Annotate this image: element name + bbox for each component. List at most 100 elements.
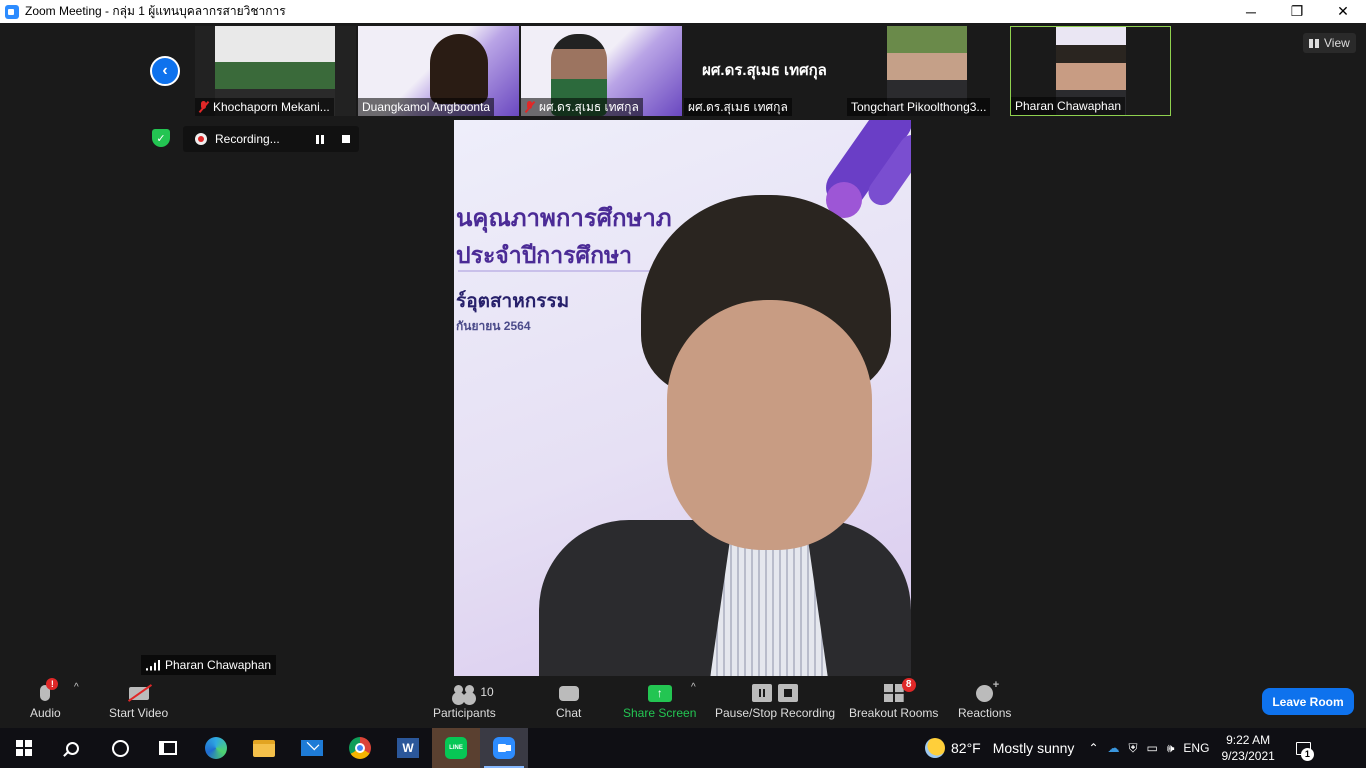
meeting-area: ‹ Khochaporn Mekani... Duangkamol Angboo… bbox=[0, 23, 1366, 676]
participant-tile[interactable]: ผศ.ดร.สุเมธ เทศกุล ผศ.ดร.สุเมธ เทศกุล bbox=[684, 26, 845, 116]
participant-name: Khochaporn Mekani... bbox=[195, 98, 334, 116]
recording-label: Recording... bbox=[215, 132, 280, 146]
clock-time: 9:22 AM bbox=[1226, 733, 1271, 747]
participants-button[interactable]: 10 Participants bbox=[433, 680, 496, 720]
taskbar-chrome[interactable] bbox=[336, 728, 384, 768]
main-speaker-video: นคุณภาพการศึกษาภ ประจำปีการศึกษา ร์อุตสา… bbox=[454, 120, 911, 676]
chat-button[interactable]: Chat bbox=[556, 680, 581, 720]
task-view-icon bbox=[159, 741, 177, 755]
connection-signal-icon bbox=[146, 660, 160, 671]
word-icon: W bbox=[397, 738, 419, 758]
volume-icon[interactable]: 🕪 bbox=[1167, 741, 1175, 756]
windows-taskbar: W LINE 82°F Mostly sunny ⌃ ☁ ⛨ ▭ 🕪 ENG 9… bbox=[0, 728, 1366, 768]
start-video-button[interactable]: Start Video bbox=[109, 680, 168, 720]
participant-tile[interactable]: ผศ.ดร.สุเมธ เทศกุล bbox=[521, 26, 682, 116]
notification-count: 1 bbox=[1300, 748, 1314, 761]
reactions-button[interactable]: Reactions bbox=[958, 679, 1011, 721]
participants-icon bbox=[453, 685, 475, 701]
participant-name: Tongchart Pikoolthong3... bbox=[847, 98, 991, 116]
window-title: Zoom Meeting - กลุ่ม 1 ผู้แทนบุคลากรสายว… bbox=[25, 4, 286, 18]
recording-indicator: Recording... bbox=[183, 126, 359, 152]
participant-strip: Khochaporn Mekani... Duangkamol Angboont… bbox=[195, 26, 1171, 116]
slide-title-line: ประจำปีการศึกษา bbox=[456, 242, 633, 268]
pause-recording-button[interactable] bbox=[307, 126, 333, 152]
title-bar: Zoom Meeting - กลุ่ม 1 ผู้แทนบุคลากรสายว… bbox=[0, 0, 1366, 23]
encryption-shield-icon[interactable]: ✓ bbox=[152, 129, 170, 147]
cortana-icon bbox=[111, 739, 129, 757]
chat-bubble-icon bbox=[558, 685, 579, 701]
slide-date-line: กันยายน 2564 bbox=[456, 319, 531, 333]
slide-title-line: นคุณภาพการศึกษาภ bbox=[456, 205, 672, 232]
clock[interactable]: 9:22 AM 9/23/2021 bbox=[1221, 732, 1274, 764]
system-tray: ⌃ ☁ ⛨ ▭ 🕪 ENG bbox=[1088, 741, 1209, 756]
task-view-button[interactable] bbox=[144, 728, 192, 768]
onedrive-icon[interactable]: ☁ bbox=[1108, 741, 1120, 755]
breakout-rooms-button[interactable]: 8 Breakout Rooms bbox=[849, 678, 938, 720]
chrome-icon bbox=[349, 737, 371, 759]
restore-button[interactable]: ❐ bbox=[1274, 0, 1320, 23]
view-button[interactable]: View bbox=[1303, 33, 1356, 53]
audio-options-caret-icon[interactable]: ^ bbox=[74, 682, 79, 693]
taskbar-edge[interactable] bbox=[192, 728, 240, 768]
participant-avatar bbox=[430, 34, 488, 104]
folder-icon bbox=[253, 739, 275, 757]
pause-stop-recording-button[interactable]: Pause/Stop Recording bbox=[715, 680, 835, 720]
search-icon bbox=[65, 741, 79, 755]
participant-name: ผศ.ดร.สุเมธ เทศกุล bbox=[684, 98, 792, 116]
network-icon[interactable]: ▭ bbox=[1147, 741, 1158, 755]
zoom-icon bbox=[493, 737, 515, 759]
participant-tile[interactable]: Duangkamol Angboonta bbox=[358, 26, 519, 116]
partly-sunny-icon bbox=[925, 738, 945, 758]
share-arrow-icon: ↑ bbox=[647, 684, 672, 702]
alert-badge: ! bbox=[46, 678, 59, 690]
participant-tile[interactable]: Khochaporn Mekani... bbox=[195, 26, 356, 116]
previous-page-button[interactable]: ‹ bbox=[150, 56, 180, 86]
muted-mic-icon bbox=[525, 101, 535, 113]
participant-display-name: ผศ.ดร.สุเมธ เทศกุล bbox=[702, 62, 827, 79]
participant-name: Duangkamol Angboonta bbox=[358, 98, 495, 116]
pause-stop-icon bbox=[752, 684, 799, 702]
participant-tile[interactable]: Tongchart Pikoolthong3... bbox=[847, 26, 1008, 116]
close-button[interactable]: ✕ bbox=[1320, 0, 1366, 23]
grid-icon bbox=[1309, 38, 1319, 48]
participant-name: ผศ.ดร.สุเมธ เทศกุล bbox=[521, 98, 643, 116]
taskbar-mail[interactable] bbox=[288, 728, 336, 768]
minimize-button[interactable]: ─ bbox=[1228, 0, 1274, 23]
active-speaker-label: Pharan Chawaphan bbox=[141, 655, 277, 675]
search-button[interactable] bbox=[48, 728, 96, 768]
meeting-toolbar: ! Audio ^ Start Video 10 Participants Ch… bbox=[0, 676, 1366, 728]
stop-recording-button[interactable] bbox=[333, 126, 359, 152]
slide-subtitle-line: ร์อุตสาหกรรม bbox=[456, 291, 570, 312]
cortana-button[interactable] bbox=[96, 728, 144, 768]
edge-icon bbox=[205, 737, 227, 759]
breakout-badge: 8 bbox=[901, 678, 916, 692]
action-center-button[interactable]: 1 bbox=[1289, 728, 1319, 768]
share-screen-button[interactable]: ↑ Share Screen bbox=[623, 680, 696, 720]
weather-widget[interactable]: 82°F Mostly sunny bbox=[925, 738, 1074, 758]
taskbar-file-explorer[interactable] bbox=[240, 728, 288, 768]
security-icon[interactable]: ⛨ bbox=[1129, 741, 1138, 756]
clock-date: 9/23/2021 bbox=[1221, 749, 1275, 763]
audio-button[interactable]: ! Audio bbox=[30, 678, 61, 720]
taskbar-zoom[interactable] bbox=[480, 728, 528, 768]
participants-count: 10 bbox=[480, 685, 494, 699]
video-off-icon bbox=[128, 686, 149, 700]
participant-tile-active-speaker[interactable]: Pharan Chawaphan bbox=[1010, 26, 1171, 116]
mail-icon bbox=[301, 740, 323, 756]
taskbar-line[interactable]: LINE bbox=[432, 728, 480, 768]
zoom-logo-icon bbox=[5, 4, 19, 19]
taskbar-word[interactable]: W bbox=[384, 728, 432, 768]
language-indicator[interactable]: ENG bbox=[1183, 741, 1209, 755]
breakout-rooms-icon bbox=[883, 684, 904, 702]
chevron-up-icon[interactable]: ⌃ bbox=[1088, 741, 1098, 755]
participant-name: Pharan Chawaphan bbox=[1011, 97, 1126, 115]
chevron-left-icon: ‹ bbox=[162, 62, 168, 79]
muted-mic-icon bbox=[199, 101, 209, 113]
reaction-emoji-icon bbox=[976, 679, 999, 702]
leave-room-button[interactable]: Leave Room bbox=[1262, 688, 1354, 715]
record-icon bbox=[195, 133, 207, 145]
line-icon: LINE bbox=[445, 737, 467, 759]
speaker-face bbox=[667, 300, 872, 550]
start-button[interactable] bbox=[0, 728, 48, 768]
share-options-caret-icon[interactable]: ^ bbox=[691, 682, 696, 693]
